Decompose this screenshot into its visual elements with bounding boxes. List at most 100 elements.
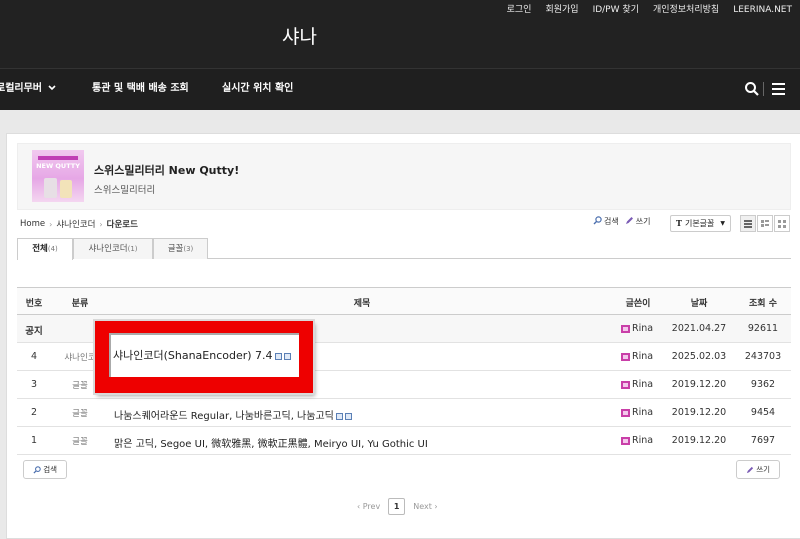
banner-title: 스위스밀리터리 New Qutty! (94, 164, 240, 177)
gallery-view-icon[interactable] (774, 215, 790, 232)
row-date: 2025.02.03 (671, 351, 727, 362)
search-button[interactable]: 검색 (593, 216, 619, 227)
row-title[interactable]: 맑은 고딕, Segoe UI, 微软雅黑, 微軟正黑體, Meiryo UI,… (114, 435, 428, 450)
nav-item-local-remover[interactable]: 로컬리무버 (0, 81, 57, 97)
site-header: 로그인 회원가입 ID/PW 찾기 개인정보처리방침 LEERINA.NET 샤… (0, 0, 800, 68)
list-view-icon[interactable] (740, 215, 756, 232)
nav-item-label: 로컬리무버 (0, 83, 42, 94)
chevron-right-icon: › (49, 219, 53, 229)
tab-count: (1) (127, 245, 138, 253)
row-date: 2021.04.27 (671, 323, 727, 334)
row-title[interactable]: 나눔스퀘어라운드 Regular, 나눔바른고딕, 나눔고딕 (114, 407, 352, 422)
row-number: 공지 (25, 326, 43, 337)
col-author: 글쓴이 (625, 299, 651, 309)
search-icon (33, 465, 43, 474)
row-number: 2 (30, 407, 38, 418)
pager-current-page[interactable]: 1 (388, 498, 406, 515)
attachment-icon (335, 412, 343, 420)
write-button-label: 쓰기 (635, 217, 651, 226)
table-row[interactable]: 2 글꼴 나눔스퀘어라운드 Regular, 나눔바른고딕, 나눔고딕 Rina… (17, 399, 791, 427)
col-views[interactable]: 조회 수 (736, 296, 790, 309)
breadcrumb-home[interactable]: Home (20, 219, 45, 229)
breadcrumb: Home › 샤나인코더 › 다운로드 (20, 218, 138, 230)
col-title: 제목 (353, 299, 371, 309)
row-author[interactable]: Rina (621, 407, 653, 418)
row-views: 9362 (750, 379, 776, 390)
nav-divider (763, 82, 764, 96)
ad-banner[interactable]: NEW QUTTY 스위스밀리터리 New Qutty! 스위스밀리터리 (17, 143, 791, 210)
col-date[interactable]: 날짜 (673, 296, 725, 309)
bottom-search-label: 검색 (43, 465, 58, 474)
tab-count: (3) (183, 245, 194, 253)
banner-subtitle: 스위스밀리터리 (94, 185, 156, 196)
author-name: Rina (632, 435, 654, 446)
highlight-inner: 샤나인코더(ShanaEncoder) 7.4 (109, 333, 299, 377)
banner-image-text: NEW QUTTY (36, 162, 80, 170)
tab-shanaencoder[interactable]: 샤나인코더(1) (73, 238, 153, 259)
row-number: 4 (30, 351, 38, 362)
font-icon: T (676, 218, 682, 228)
main-nav: 로컬리무버 통관 및 택배 배송 조회 실시간 위치 확인 (0, 68, 800, 110)
row-views: 92611 (747, 323, 779, 334)
table-header: 번호 분류 제목 글쓴이 날짜 조회 수 (17, 287, 791, 315)
find-account-link[interactable]: ID/PW 찾기 (593, 3, 639, 17)
table-row[interactable]: 1 글꼴 맑은 고딕, Segoe UI, 微软雅黑, 微軟正黑體, Meiry… (17, 427, 791, 455)
member-icon (621, 380, 630, 389)
font-select-value: 기본글꼴 (684, 219, 715, 228)
search-icon (593, 216, 602, 227)
row-author[interactable]: Rina (621, 379, 653, 390)
highlighted-post-text: 샤나인코더(ShanaEncoder) 7.4 (113, 349, 273, 362)
login-link[interactable]: 로그인 (507, 3, 532, 17)
nav-item-delivery-tracking[interactable]: 통관 및 택배 배송 조회 (92, 81, 189, 97)
write-button[interactable]: 쓰기 (625, 216, 651, 227)
tab-all[interactable]: 전체(4) (17, 238, 73, 260)
bottom-write-button[interactable]: 쓰기 (736, 460, 780, 479)
col-number: 번호 (25, 299, 43, 309)
chevron-right-icon: › (99, 219, 103, 229)
category-tabs: 전체(4) 샤나인코더(1) 글꼴(3) (17, 238, 791, 260)
caret-down-icon: ▼ (720, 220, 725, 227)
site-title[interactable]: 샤나 (282, 24, 317, 50)
author-name: Rina (632, 351, 654, 362)
row-number: 3 (30, 379, 38, 390)
bottom-write-label: 쓰기 (756, 465, 771, 474)
font-select[interactable]: T 기본글꼴 ▼ (670, 215, 731, 232)
tab-label: 글꼴 (167, 244, 184, 254)
author-name: Rina (632, 323, 654, 334)
breadcrumb-shanaencoder[interactable]: 샤나인코더 (56, 218, 95, 230)
row-views: 243703 (744, 351, 782, 362)
row-date: 2019.12.20 (671, 379, 727, 390)
row-author[interactable]: Rina (621, 351, 653, 362)
row-date: 2019.12.20 (671, 435, 727, 446)
image-icon (344, 412, 352, 420)
tab-label: 샤나인코더 (88, 244, 128, 254)
image-icon (283, 352, 291, 360)
pagination: ‹ Prev 1 Next › (357, 498, 438, 515)
pager-next[interactable]: Next › (413, 502, 437, 511)
row-author[interactable]: Rina (621, 323, 653, 334)
hamburger-icon[interactable] (772, 83, 785, 95)
highlighted-post-title[interactable]: 샤나인코더(ShanaEncoder) 7.4 (113, 347, 291, 363)
search-button-label: 검색 (604, 217, 619, 226)
bottom-search-button[interactable]: 검색 (23, 460, 67, 479)
privacy-policy-link[interactable]: 개인정보처리방침 (653, 3, 719, 17)
author-name: Rina (632, 379, 654, 390)
banner-image: NEW QUTTY (32, 150, 84, 202)
leerina-net-link[interactable]: LEERINA.NET (733, 3, 792, 17)
row-author[interactable]: Rina (621, 435, 653, 446)
pencil-icon (746, 465, 756, 474)
row-category[interactable]: 글꼴 (57, 407, 103, 419)
search-icon[interactable] (744, 81, 760, 97)
pager-prev[interactable]: ‹ Prev (357, 502, 380, 511)
chevron-down-icon (45, 83, 57, 94)
webzine-view-icon[interactable] (757, 215, 773, 232)
row-category[interactable]: 글꼴 (57, 435, 103, 447)
signup-link[interactable]: 회원가입 (545, 3, 578, 17)
breadcrumb-current: 다운로드 (106, 220, 138, 230)
tab-label: 전체 (32, 244, 48, 254)
row-date: 2019.12.20 (671, 407, 727, 418)
view-mode-switcher (740, 215, 790, 232)
row-views: 9454 (750, 407, 776, 418)
nav-item-realtime-location[interactable]: 실시간 위치 확인 (222, 81, 293, 97)
tab-fonts[interactable]: 글꼴(3) (153, 238, 208, 259)
